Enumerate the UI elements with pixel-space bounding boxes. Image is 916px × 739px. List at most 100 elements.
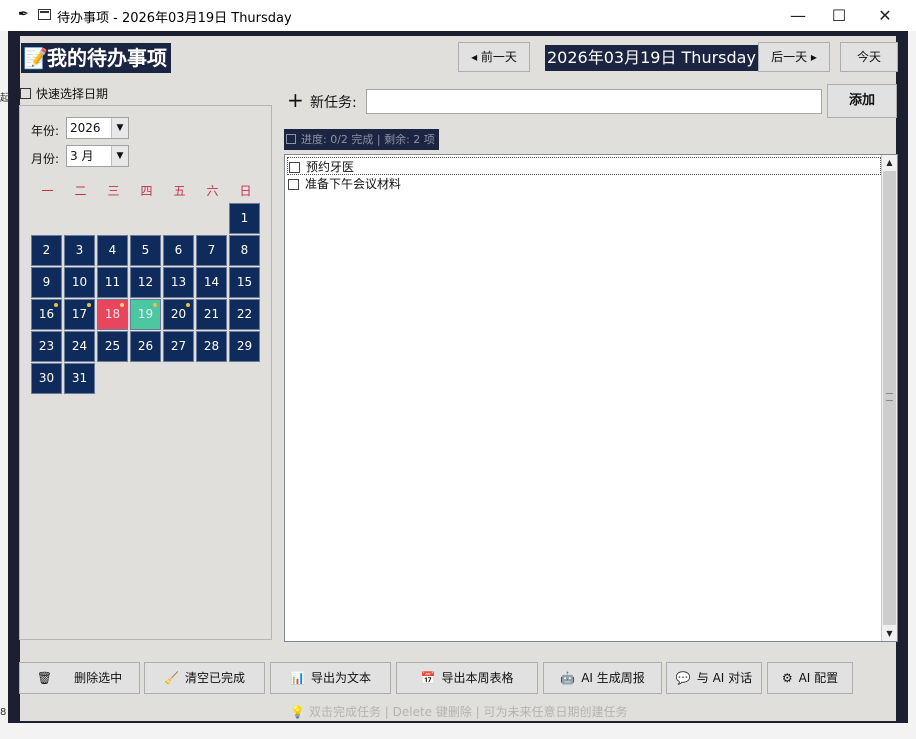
calendar-day-13[interactable]: 13 [163,267,194,298]
calendar-day-label: 12 [137,275,154,289]
task-checkbox[interactable] [288,179,299,190]
left-edge-fragment-top: 起 [0,93,10,104]
calendar-day-17[interactable]: 17 [64,299,95,330]
calendar-day-2[interactable]: 2 [31,235,62,266]
today-button[interactable]: 今天 [840,42,898,72]
feather-icon: ✒ [18,7,29,22]
calendar-day-8[interactable]: 8 [229,235,260,266]
calendar-day-9[interactable]: 9 [31,267,62,298]
calendar-day-24[interactable]: 24 [64,331,95,362]
quick-select-label: 快速选择日期 [20,85,108,102]
calendar-day-label: 14 [203,275,220,289]
calendar-day-label: 8 [240,243,249,257]
minimize-button[interactable]: — [775,0,821,31]
delete-selected-button[interactable]: 🗑 删除选中 [19,662,140,694]
task-item[interactable]: 预约牙医 [287,157,881,175]
calendar-day-23[interactable]: 23 [31,331,62,362]
calendar-day-16[interactable]: 16 [31,299,62,330]
prev-day-button[interactable]: ◂ 前一天 [458,42,530,72]
task-checkbox[interactable] [289,162,300,173]
calendar-day-label: 1 [240,211,249,225]
close-button[interactable]: ✕ [862,0,908,31]
calendar-day-10[interactable]: 10 [64,267,95,298]
weekday-label: 五 [173,184,186,198]
calendar-day-label: 21 [203,307,220,321]
task-item[interactable]: 准备下午会议材料 [287,175,881,193]
calendar-day-label: 29 [236,339,253,353]
calendar-day-29[interactable]: 29 [229,331,260,362]
calendar-day-25[interactable]: 25 [97,331,128,362]
month-value: 3 月 [70,149,94,163]
clear-completed-button[interactable]: 🧹 清空已完成 [144,662,265,694]
calendar-day-30[interactable]: 30 [31,363,62,394]
calendar-day-label: 17 [71,307,88,321]
hint-label: 双击完成任务 | Delete 键删除 | 可为未来任意日期创建任务 [308,705,628,719]
scroll-up-icon[interactable]: ▲ [882,155,897,170]
calendar-day-31[interactable]: 31 [64,363,95,394]
export-week-label: 导出本周表格 [441,671,514,685]
calendar-day-7[interactable]: 7 [196,235,227,266]
month-select[interactable]: 3 月 ▼ [66,145,129,167]
calendar-day-11[interactable]: 11 [97,267,128,298]
task-list-scrollbar[interactable]: ▲ ▼ [881,155,897,641]
weekday-label: 二 [74,184,87,198]
scroll-down-icon[interactable]: ▼ [882,626,897,641]
calendar-day-label: 2 [42,243,51,257]
calendar-day-label: 18 [104,307,121,321]
hint-text: 💡 双击完成任务 | Delete 键删除 | 可为未来任意日期创建任务 [290,703,628,720]
ai-config-label: AI 配置 [798,671,839,685]
task-dot-icon [87,303,91,307]
task-dot-icon [153,303,157,307]
broom-icon: 🧹 [164,671,179,685]
ai-report-label: AI 生成周报 [581,671,645,685]
calendar-day-3[interactable]: 3 [64,235,95,266]
ai-chat-button[interactable]: 💬 与 AI 对话 [666,662,762,694]
export-text-button[interactable]: 📊 导出为文本 [270,662,391,694]
year-label: 年份: [31,124,60,138]
calendar-day-label: 27 [170,339,187,353]
calendar-day-5[interactable]: 5 [130,235,161,266]
calendar-day-19[interactable]: 19 [130,299,161,330]
export-text-label: 导出为文本 [310,671,371,685]
year-select[interactable]: 2026 ▼ [66,117,129,139]
calendar-day-6[interactable]: 6 [163,235,194,266]
robot-icon: 🤖 [560,671,576,685]
calendar-day-label: 11 [104,275,121,289]
calendar-day-4[interactable]: 4 [97,235,128,266]
weekday-label: 四 [140,184,153,198]
task-list[interactable]: 预约牙医 准备下午会议材料 ▲ ▼ [284,154,898,642]
window-title: 待办事项 - 2026年03月19日 Thursday [57,11,292,26]
left-edge-fragment-bottom: 8 [0,707,7,718]
delete-selected-label: 删除选中 [74,671,123,685]
calendar-day-label: 30 [38,371,55,385]
calendar-day-22[interactable]: 22 [229,299,260,330]
calendar-day-21[interactable]: 21 [196,299,227,330]
calendar-icon [20,88,31,99]
chevron-down-icon[interactable]: ▼ [111,146,128,166]
calendar-day-18[interactable]: 18 [97,299,128,330]
chevron-down-icon[interactable]: ▼ [111,118,128,138]
chart-icon: 📊 [290,671,305,685]
calendar-day-1[interactable]: 1 [229,203,260,234]
export-week-button[interactable]: 📅 导出本周表格 [396,662,538,694]
calendar-day-label: 9 [42,275,51,289]
calendar-day-14[interactable]: 14 [196,267,227,298]
calendar-day-12[interactable]: 12 [130,267,161,298]
calendar-day-20[interactable]: 20 [163,299,194,330]
calendar-day-15[interactable]: 15 [229,267,260,298]
app-title-text: 我的待办事项 [47,46,167,70]
calendar-day-27[interactable]: 27 [163,331,194,362]
progress-text: 进度: 0/2 完成 | 剩余: 2 项 [301,133,435,146]
calendar-day-label: 13 [170,275,187,289]
new-task-input[interactable] [366,89,822,114]
next-day-button[interactable]: 后一天 ▸ [758,42,830,72]
add-task-button[interactable]: 添加 [827,84,897,118]
ai-report-button[interactable]: 🤖 AI 生成周报 [543,662,662,694]
maximize-button[interactable]: ☐ [816,0,862,31]
year-value: 2026 [70,121,101,135]
chat-bubble-icon: 💬 [675,671,691,685]
weekday-label: 日 [239,184,252,198]
calendar-day-26[interactable]: 26 [130,331,161,362]
calendar-day-28[interactable]: 28 [196,331,227,362]
ai-config-button[interactable]: ⚙ AI 配置 [767,662,853,694]
